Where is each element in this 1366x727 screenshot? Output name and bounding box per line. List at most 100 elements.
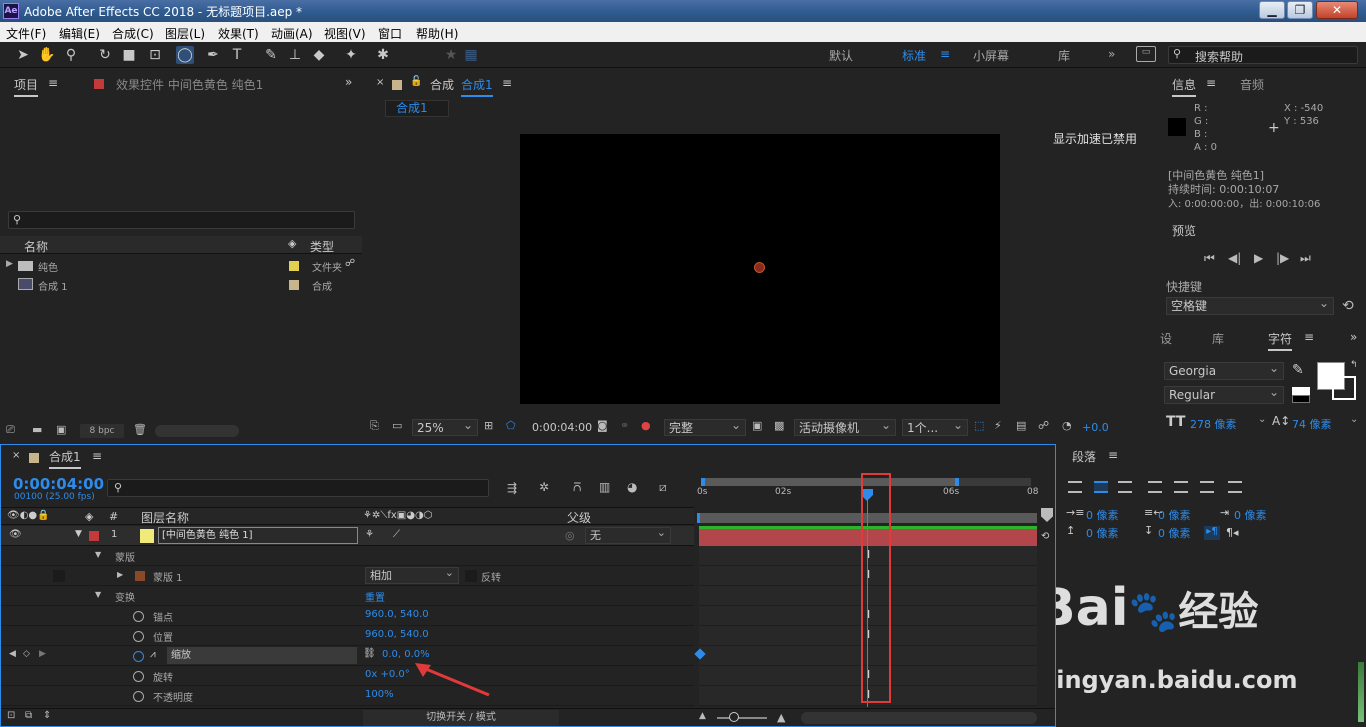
shortcut-dropdown[interactable]: 空格键: [1166, 295, 1334, 315]
menu-view[interactable]: 视图(V): [324, 25, 366, 42]
timeline-search-input[interactable]: ⚲: [107, 479, 489, 497]
reset-transform-link[interactable]: 重置: [365, 589, 385, 604]
last-frame-icon[interactable]: ⏭: [1300, 251, 1311, 266]
transparency-grid-icon[interactable]: ▩: [774, 419, 784, 432]
lock-toggle[interactable]: [53, 570, 65, 582]
black-color-swatch[interactable]: [1292, 395, 1310, 403]
transform-group-row[interactable]: ▼ 变换 重置: [1, 586, 694, 606]
keyframe-nav-icon[interactable]: ⟲: [1041, 531, 1049, 542]
minimize-button[interactable]: ▁: [1259, 1, 1285, 19]
eraser-tool-icon[interactable]: ◆: [310, 46, 328, 64]
align-center-icon[interactable]: [1094, 481, 1108, 493]
white-color-swatch[interactable]: [1292, 387, 1310, 395]
maximize-button[interactable]: ❐: [1287, 1, 1313, 19]
column-layer-name[interactable]: 图层名称: [141, 509, 189, 526]
zoom-out-icon[interactable]: ▲: [699, 711, 706, 721]
masks-group-row[interactable]: ▼ 蒙版: [1, 546, 694, 566]
visibility-eye-icon[interactable]: 👁: [9, 529, 22, 540]
mask-visibility-icon[interactable]: ⬠: [506, 419, 516, 432]
swap-colors-icon[interactable]: ↰: [1350, 360, 1358, 370]
tab-composition-name[interactable]: 合成1: [461, 76, 493, 97]
project-item-folder[interactable]: ▶ 纯色 文件夹 ☍: [0, 256, 362, 275]
align-left-icon[interactable]: [1068, 481, 1082, 493]
position-row[interactable]: 位置 960.0, 540.0: [1, 626, 694, 646]
text-tool-icon[interactable]: T: [228, 46, 246, 64]
justify-all-icon[interactable]: [1228, 481, 1242, 493]
rtl-direction-icon[interactable]: ¶◂: [1226, 526, 1239, 539]
monitor-icon[interactable]: ▭: [392, 419, 402, 432]
current-time-display[interactable]: 0:00:04:00: [532, 421, 592, 434]
menu-window[interactable]: 窗口: [378, 25, 402, 42]
tab-info[interactable]: 信息: [1172, 76, 1197, 97]
justify-last-left-icon[interactable]: [1148, 481, 1162, 493]
expand-arrow-icon[interactable]: ▶: [117, 570, 123, 579]
indent-left-value[interactable]: 0 像素: [1086, 507, 1119, 523]
tab-paragraph[interactable]: 段落: [1072, 448, 1096, 465]
thumbnail-slider[interactable]: [155, 425, 239, 437]
stopwatch-icon[interactable]: [133, 631, 144, 642]
zoom-tool-icon[interactable]: ⚲: [62, 46, 80, 64]
panel-menu-icon[interactable]: ≡: [1304, 330, 1314, 344]
snapping-icon[interactable]: ▦: [462, 46, 480, 64]
mask-color-swatch[interactable]: [135, 571, 145, 581]
tab-composition-label[interactable]: 合成: [430, 76, 454, 93]
exposure-value[interactable]: +0.0: [1082, 421, 1109, 434]
camera-view-dropdown[interactable]: 活动摄像机: [794, 417, 896, 436]
layer-label-swatch[interactable]: [89, 531, 99, 541]
layer-switches-icon[interactable]: ⊡: [7, 710, 15, 721]
justify-last-center-icon[interactable]: [1174, 481, 1188, 493]
show-snapshot-icon[interactable]: ⚭: [620, 419, 629, 432]
expand-arrow-icon[interactable]: ▶: [6, 259, 13, 269]
first-frame-icon[interactable]: ⏮: [1204, 251, 1215, 266]
flowchart-icon[interactable]: ☍: [345, 258, 355, 269]
timeline-icon[interactable]: ▤: [1016, 419, 1026, 432]
panel-menu-icon[interactable]: ≡: [1108, 448, 1118, 462]
panel-menu-icon[interactable]: ≡: [92, 449, 102, 463]
reset-exposure-icon[interactable]: ◔: [1062, 419, 1072, 432]
magnification-dropdown[interactable]: 25%: [412, 417, 478, 436]
stopwatch-active-icon[interactable]: [133, 651, 144, 662]
pan-behind-tool-icon[interactable]: ⊡: [146, 46, 164, 64]
panel-overflow-icon[interactable]: »: [345, 75, 352, 89]
view-layout-dropdown[interactable]: 1个...: [902, 417, 968, 436]
zoom-slider-thumb[interactable]: [729, 712, 739, 722]
tab-audio[interactable]: 音频: [1240, 76, 1264, 93]
justify-last-right-icon[interactable]: [1200, 481, 1214, 493]
column-name[interactable]: 名称: [24, 238, 48, 255]
position-value[interactable]: 960.0, 540.0: [365, 629, 429, 640]
clone-stamp-tool-icon[interactable]: ⊥: [286, 46, 304, 64]
search-help-field[interactable]: ⚲ 搜索帮助: [1168, 46, 1358, 64]
next-frame-icon[interactable]: |▶: [1276, 251, 1289, 265]
workspace-more[interactable]: »: [1108, 47, 1115, 61]
camera-tool-icon[interactable]: ■: [120, 46, 138, 64]
anchor-point-row[interactable]: 锚点 960.0, 540.0: [1, 606, 694, 626]
layer-name-field[interactable]: [中间色黄色 纯色 1]: [158, 527, 358, 544]
project-search-input[interactable]: ⚲: [8, 211, 355, 229]
draft-3d-icon[interactable]: ✲: [539, 480, 549, 494]
composition-breadcrumb[interactable]: 合成1: [385, 100, 449, 117]
tab-library[interactable]: 库: [1212, 330, 1224, 347]
first-line-indent-value[interactable]: 0 像素: [1234, 507, 1267, 523]
panel-menu-icon[interactable]: ≡: [48, 76, 58, 90]
stopwatch-icon[interactable]: [133, 671, 144, 682]
column-number[interactable]: #: [109, 510, 118, 523]
panel-overflow-icon[interactable]: »: [1350, 330, 1357, 344]
project-item-comp[interactable]: 合成 1 合成: [0, 275, 362, 294]
always-preview-icon[interactable]: ⎘: [370, 419, 379, 433]
column-type[interactable]: 类型: [310, 238, 334, 255]
menu-effect[interactable]: 效果(T): [218, 25, 259, 42]
scale-row[interactable]: ◀ ◇ ▶ ⩘ 缩放 ⛓ 0.0, 0.0%: [1, 646, 694, 666]
menu-file[interactable]: 文件(F): [6, 25, 46, 42]
switches-icons[interactable]: ⚘✲⟍fx▣◕◑⬡: [363, 510, 432, 521]
av-features-icons[interactable]: 👁◐●🔒: [7, 510, 50, 521]
new-folder-icon[interactable]: ▬: [32, 423, 42, 436]
constrain-proportions-icon[interactable]: ⛓: [363, 648, 376, 659]
parent-dropdown[interactable]: 无: [585, 525, 671, 544]
menu-help[interactable]: 帮助(H): [416, 25, 458, 42]
reset-icon[interactable]: ⟲: [1342, 298, 1354, 314]
timeline-scrollbar[interactable]: [801, 712, 1037, 724]
shy-layers-icon[interactable]: ⩃: [573, 480, 581, 495]
panel-menu-icon[interactable]: ≡: [1206, 76, 1216, 90]
tab-settings[interactable]: 设: [1160, 330, 1172, 347]
anchor-point-value[interactable]: 960.0, 540.0: [365, 609, 429, 620]
